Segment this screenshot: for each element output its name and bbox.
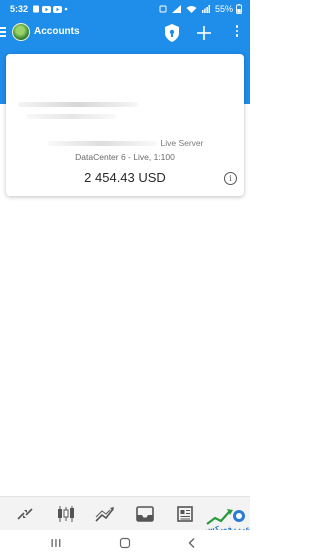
account-info-button[interactable]: i (224, 172, 237, 185)
security-shield-button[interactable] (163, 23, 181, 43)
back-icon (188, 538, 195, 548)
nav-news[interactable] (174, 504, 196, 524)
redacted-account-detail (26, 114, 116, 119)
system-nav-bar (0, 530, 250, 556)
plus-icon (197, 26, 211, 40)
home-icon (119, 537, 131, 549)
cell-signal-icon (201, 5, 210, 13)
home-button[interactable] (119, 536, 131, 554)
news-icon (177, 506, 193, 522)
more-options-button[interactable] (232, 23, 242, 43)
recent-apps-icon (51, 539, 61, 547)
dot (235, 34, 239, 37)
quotes-icon (17, 508, 33, 520)
server-name: Live Server (160, 138, 204, 148)
page-title: Accounts (34, 26, 80, 37)
redacted-login (46, 141, 157, 147)
account-datacenter: DataCenter 6 - Live, 1:100 (75, 152, 175, 162)
battery-icon (236, 4, 242, 14)
dot (235, 29, 239, 32)
youtube-icon (42, 5, 52, 13)
alarm-icon (159, 5, 167, 13)
status-bar: 5:32 55% (0, 0, 250, 18)
battery-percent: 55% (214, 4, 233, 14)
info-icon: i (229, 174, 232, 183)
history-icon (136, 506, 154, 522)
app-logo (12, 23, 30, 41)
recent-apps-button[interactable] (50, 536, 62, 554)
chart-icon (58, 506, 74, 522)
nav-trade[interactable] (94, 504, 116, 524)
status-right: 55% (159, 4, 244, 14)
dot (235, 25, 239, 28)
screen: 5:32 55% Accounts Live Server DataCenter… (0, 0, 250, 556)
account-balance: 2 454.43 USD (84, 170, 166, 185)
signal-strength-icon (171, 5, 181, 13)
trade-icon (95, 507, 114, 522)
nav-chart[interactable] (55, 504, 77, 524)
account-server: Live Server (6, 138, 244, 148)
back-button[interactable] (186, 536, 198, 554)
shield-icon (165, 24, 179, 42)
add-account-button[interactable] (195, 23, 213, 43)
nav-quotes[interactable] (14, 504, 36, 524)
sim-icon (32, 5, 40, 13)
account-card[interactable]: Live Server DataCenter 6 - Live, 1:100 2… (6, 54, 244, 196)
menu-icon[interactable] (0, 27, 6, 37)
youtube-icon-2 (53, 5, 63, 13)
app-bar: Accounts (0, 18, 250, 48)
nav-history[interactable] (134, 504, 156, 524)
redacted-account-name (18, 102, 138, 107)
status-time: 5:32 (10, 4, 29, 14)
wifi-icon (186, 5, 197, 13)
notification-dot-icon (64, 7, 68, 11)
